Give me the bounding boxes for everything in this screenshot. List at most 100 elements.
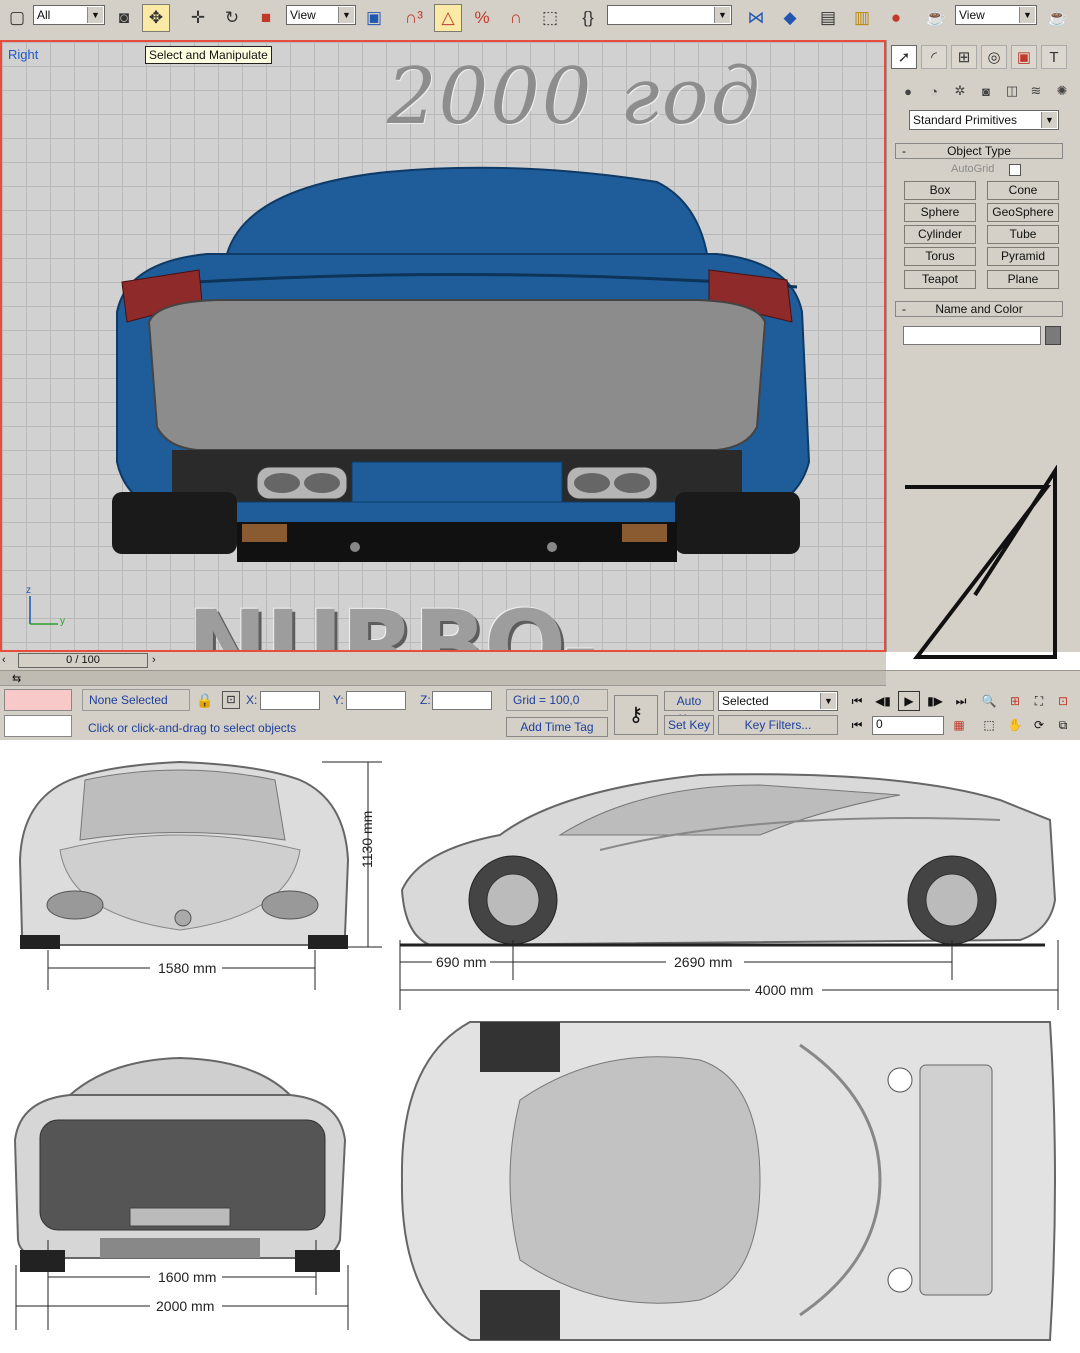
right-viewport[interactable]: Right Select and Manipulate 2000 год z y… <box>0 40 886 652</box>
trackbar[interactable] <box>0 671 886 686</box>
time-slider[interactable]: 0 / 100 <box>18 653 148 668</box>
go-to-end-icon[interactable]: ⏭ <box>950 691 972 711</box>
render-scene-icon[interactable]: ☕ <box>922 4 950 32</box>
pan-icon[interactable]: ✋ <box>1004 715 1026 735</box>
tube-button[interactable]: Tube <box>987 225 1059 244</box>
curve-editor-icon[interactable]: ▥ <box>848 4 876 32</box>
go-to-start-icon[interactable]: ⏮ <box>846 691 868 711</box>
box-icon[interactable]: ⬚ <box>536 4 564 32</box>
select-by-name-icon[interactable]: ◙ <box>110 4 138 32</box>
object-type-rollout[interactable]: - Object Type <box>895 143 1063 159</box>
move-icon[interactable]: ✛ <box>184 4 212 32</box>
viewport-label[interactable]: Right <box>8 47 38 62</box>
pivot-icon[interactable]: ▣ <box>360 4 388 32</box>
snap-icon[interactable]: ∩³ <box>400 4 428 32</box>
pyramid-button[interactable]: Pyramid <box>987 247 1059 266</box>
systems-icon[interactable]: ✺ <box>1051 80 1073 102</box>
license-plate-area <box>351 461 563 503</box>
key-icon[interactable]: ⚷ <box>614 695 658 735</box>
next-frame-icon[interactable]: › <box>152 654 156 666</box>
sphere-button[interactable]: Sphere <box>904 203 976 222</box>
zoom-extents-all-icon[interactable]: ⊡ <box>1052 691 1074 711</box>
angle-snap-icon[interactable]: △ <box>434 4 462 32</box>
time-config-icon[interactable]: ▦ <box>948 715 970 735</box>
display-tab-icon[interactable]: ▣ <box>1011 45 1037 69</box>
object-name-field[interactable] <box>903 326 1041 345</box>
named-selection-dropdown[interactable]: ▼ <box>607 5 732 25</box>
wheelbase-label: 2690 mm <box>674 954 732 970</box>
key-filters-button[interactable]: Key Filters... <box>718 715 838 735</box>
torus-button[interactable]: Torus <box>904 247 976 266</box>
current-frame-field[interactable]: 0 <box>872 716 944 735</box>
lock-icon[interactable]: 🔒 <box>196 692 213 709</box>
helpers-icon[interactable]: ◫ <box>1001 80 1023 102</box>
ref-coord-value: View <box>290 8 316 22</box>
spinner-snap-icon[interactable]: ∩ <box>502 4 530 32</box>
cylinder-button[interactable]: Cylinder <box>904 225 976 244</box>
reference-coordinate-dropdown[interactable]: View ▼ <box>286 5 356 25</box>
z-coordinate-field[interactable] <box>432 691 492 710</box>
selection-filter-dropdown[interactable]: All ▼ <box>33 5 105 25</box>
selection-status: None Selected <box>82 689 190 711</box>
geometry-icon[interactable]: ● <box>897 80 919 102</box>
grid-status: Grid = 100,0 <box>506 689 608 711</box>
previous-frame-icon[interactable]: ◀▮ <box>872 691 894 711</box>
select-region-icon[interactable]: ▢ <box>3 4 31 32</box>
cameras-icon[interactable]: ◙ <box>975 80 997 102</box>
rear-view <box>13 1056 347 1272</box>
set-key-button[interactable]: Set Key <box>664 715 714 735</box>
absolute-mode-icon[interactable]: ⊡ <box>222 691 240 709</box>
next-frame-icon[interactable]: ▮▶ <box>924 691 946 711</box>
zoom-extents-icon[interactable]: ⛶ <box>1028 691 1050 711</box>
y-coordinate-field[interactable] <box>346 691 406 710</box>
plane-button[interactable]: Plane <box>987 270 1059 289</box>
create-tab-icon[interactable]: ➚ <box>891 45 917 69</box>
quick-render-icon[interactable]: ☕ <box>1044 4 1072 32</box>
utilities-tab-icon[interactable]: T <box>1041 45 1067 69</box>
play-icon[interactable]: ▶ <box>898 691 920 711</box>
auto-key-button[interactable]: Auto Key <box>664 691 714 726</box>
name-color-rollout[interactable]: - Name and Color <box>895 301 1063 317</box>
zoom-all-icon[interactable]: ⊞ <box>1004 691 1026 711</box>
arc-rotate-icon[interactable]: ⟳ <box>1028 715 1050 735</box>
autogrid-checkbox[interactable] <box>1009 164 1021 176</box>
space-warps-icon[interactable]: ≋ <box>1025 80 1047 102</box>
add-time-tag-button[interactable]: Add Time Tag <box>506 717 608 737</box>
track-view-icon[interactable]: ▤ <box>814 4 842 32</box>
percent-snap-icon[interactable]: % <box>468 4 496 32</box>
maximize-viewport-icon[interactable]: ⧉ <box>1052 715 1074 735</box>
z-label: Z: <box>420 693 431 707</box>
cone-button[interactable]: Cone <box>987 181 1059 200</box>
front-width-label: 1580 mm <box>158 960 216 976</box>
edit-named-selections-icon[interactable]: {} <box>574 4 602 32</box>
object-color-swatch[interactable] <box>1045 326 1061 345</box>
rotate-icon[interactable]: ↻ <box>218 4 246 32</box>
mirror-icon[interactable]: ⋈ <box>742 4 770 32</box>
key-mode-toggle-icon[interactable]: ⏮ <box>846 715 868 735</box>
lights-icon[interactable]: ✲ <box>949 80 971 102</box>
wheel-left <box>112 492 237 554</box>
x-coordinate-field[interactable] <box>260 691 320 710</box>
box-button[interactable]: Box <box>904 181 976 200</box>
render-view-dropdown[interactable]: View ▼ <box>955 5 1037 25</box>
modify-tab-icon[interactable]: ◜ <box>921 45 947 69</box>
region-zoom-icon[interactable]: ⬚ <box>978 715 1000 735</box>
zoom-icon[interactable]: 🔍 <box>978 691 1000 711</box>
maxscript-listener[interactable] <box>4 689 72 711</box>
category-dropdown[interactable]: Standard Primitives ▼ <box>909 110 1059 130</box>
align-icon[interactable]: ◆ <box>776 4 804 32</box>
trackbar-icon[interactable]: ⇆ <box>12 672 21 685</box>
chevron-down-icon: ▼ <box>87 7 103 23</box>
maxscript-input[interactable] <box>4 715 72 737</box>
prev-frame-icon[interactable]: ‹ <box>2 654 6 666</box>
teapot-button[interactable]: Teapot <box>904 270 976 289</box>
geosphere-button[interactable]: GeoSphere <box>987 203 1059 222</box>
motion-tab-icon[interactable]: ◎ <box>981 45 1007 69</box>
hierarchy-tab-icon[interactable]: ⊞ <box>951 45 977 69</box>
shapes-icon[interactable]: ◔ <box>923 80 945 102</box>
key-mode-dropdown[interactable]: Selected ▼ <box>718 691 838 711</box>
scale-icon[interactable]: ■ <box>252 4 280 32</box>
y-label: Y: <box>333 693 344 707</box>
material-editor-icon[interactable]: ● <box>882 4 910 32</box>
select-and-manipulate-button[interactable]: ✥ <box>142 4 170 32</box>
